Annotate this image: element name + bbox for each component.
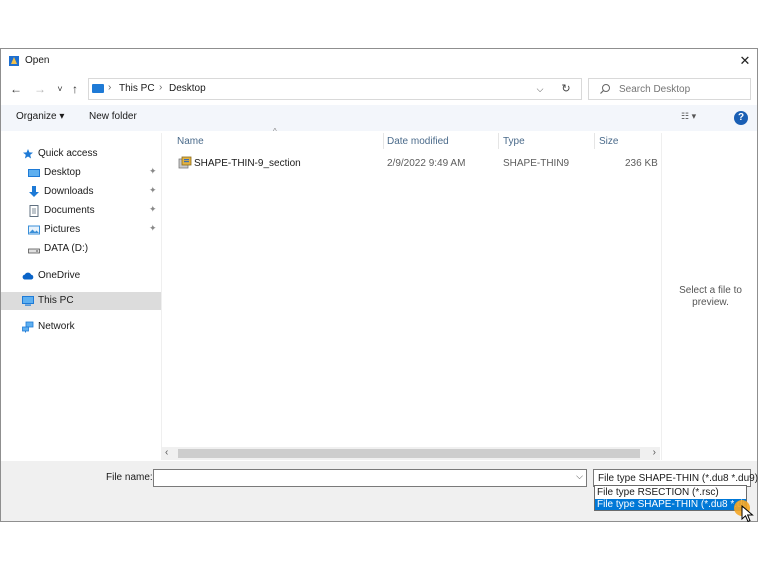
pane-divider[interactable] (161, 133, 162, 460)
sidebar-item-pictures[interactable]: Pictures ✦ (1, 221, 161, 239)
file-type-dropdown-list: File type RSECTION (*.rsc) File type SHA… (594, 485, 747, 511)
star-icon (23, 149, 33, 159)
refresh-button[interactable]: ↻ (559, 81, 573, 97)
search-box[interactable] (588, 78, 751, 100)
download-arrow-icon (29, 186, 39, 197)
breadcrumb-separator: › (159, 82, 163, 93)
close-button[interactable]: ✕ (733, 49, 757, 73)
column-header-size[interactable]: Size (599, 136, 618, 154)
sidebar-item-label: DATA (D:) (44, 243, 89, 254)
picture-icon (28, 225, 40, 235)
shape-thin-file-icon (178, 156, 192, 169)
sidebar-item-label: OneDrive (38, 270, 81, 281)
new-folder-button[interactable]: New folder (89, 111, 137, 122)
horizontal-scrollbar[interactable]: ‹ › (162, 447, 660, 460)
help-button[interactable]: ? (734, 111, 748, 125)
column-divider[interactable] (594, 133, 595, 149)
address-row: ← → ˅ ↑ › This PC › Desktop ⌵ ↻ (1, 77, 757, 101)
file-name-dropdown-button[interactable]: ⌵ (576, 471, 583, 482)
sidebar-item-quick-access[interactable]: Quick access (1, 145, 161, 163)
mouse-pointer-icon (741, 505, 754, 523)
cloud-icon (22, 272, 34, 280)
desktop-folder-icon (28, 169, 40, 177)
preview-message-line: preview. (692, 297, 729, 308)
column-divider[interactable] (498, 133, 499, 149)
network-icon (22, 321, 34, 333)
file-type-option-shape-thin[interactable]: File type SHAPE-THIN (*.du8 *.du9) (595, 499, 746, 510)
file-row[interactable]: SHAPE-THIN-9_section 2/9/2022 9:49 AM SH… (171, 154, 659, 172)
preview-message: Select a file to preview. (662, 285, 759, 309)
sidebar-item-downloads[interactable]: Downloads ✦ (1, 183, 161, 201)
address-bar[interactable]: › This PC › Desktop ⌵ ↻ (88, 78, 582, 100)
pin-icon: ✦ (149, 185, 157, 195)
file-size: 236 KB (625, 158, 658, 169)
column-divider[interactable] (383, 133, 384, 149)
sidebar-item-label: Desktop (44, 167, 81, 178)
pin-icon: ✦ (149, 204, 157, 214)
file-type: SHAPE-THIN9 (503, 158, 570, 169)
this-pc-icon (92, 84, 104, 93)
column-header-date-modified[interactable]: Date modified (387, 136, 449, 154)
sidebar-item-label: Network (38, 321, 75, 332)
scrollbar-thumb[interactable] (178, 449, 640, 458)
column-header-name[interactable]: Name (177, 136, 204, 154)
window-title: Open (25, 55, 50, 66)
sidebar-item-onedrive[interactable]: OneDrive (1, 267, 161, 285)
sidebar-item-label: Pictures (44, 224, 81, 235)
change-view-button[interactable]: ☷ ▾ (681, 111, 696, 122)
scroll-left-button[interactable]: ‹ (165, 447, 168, 458)
file-type-option-rsection[interactable]: File type RSECTION (*.rsc) (595, 487, 746, 499)
file-type-selected-value: File type SHAPE-THIN (*.du8 *.du9) (598, 473, 759, 484)
scroll-right-button[interactable]: › (653, 447, 656, 458)
file-name: SHAPE-THIN-9_section (194, 158, 301, 169)
command-bar: Organize ▾ New folder ☷ ▾ ? (1, 105, 757, 131)
sidebar-item-this-pc[interactable]: This PC (1, 292, 161, 310)
breadcrumb-this-pc[interactable]: This PC (119, 83, 155, 94)
preview-pane: Select a file to preview. (661, 133, 759, 460)
forward-button[interactable]: → (33, 79, 47, 99)
search-icon (600, 84, 610, 94)
pin-icon: ✦ (149, 166, 157, 176)
back-button[interactable]: ← (9, 79, 23, 99)
file-name-input[interactable]: ⌵ (153, 469, 587, 487)
title-bar: Open ✕ (1, 49, 757, 73)
breadcrumb-desktop[interactable]: Desktop (169, 83, 206, 94)
drive-icon (28, 248, 40, 254)
recent-locations-button[interactable]: ˅ (53, 79, 67, 99)
organize-button[interactable]: Organize ▾ (16, 111, 64, 122)
search-input[interactable] (619, 81, 744, 97)
app-icon (9, 56, 19, 66)
sort-ascending-icon: ^ (273, 127, 277, 136)
file-date-modified: 2/9/2022 9:49 AM (387, 158, 466, 169)
sidebar-item-network[interactable]: Network (1, 318, 161, 336)
sidebar-item-desktop[interactable]: Desktop ✦ (1, 164, 161, 182)
sidebar-item-label: Documents (44, 205, 95, 216)
breadcrumb-separator: › (108, 82, 112, 93)
sidebar-item-label: This PC (38, 295, 74, 306)
up-button[interactable]: ↑ (68, 79, 82, 99)
computer-icon (22, 296, 34, 306)
column-header-type[interactable]: Type (503, 136, 525, 154)
preview-message-line: Select a file to (679, 285, 742, 296)
open-dialog: Open ✕ ← → ˅ ↑ › This PC › Desktop ⌵ ↻ O… (0, 48, 758, 522)
sidebar-item-data-drive[interactable]: DATA (D:) (1, 240, 161, 258)
sidebar-item-label: Quick access (38, 148, 98, 159)
address-dropdown-button[interactable]: ⌵ (533, 81, 547, 97)
navigation-pane: Quick access Desktop ✦ Downloads ✦ Docum… (1, 133, 161, 460)
sidebar-item-label: Downloads (44, 186, 94, 197)
document-icon (29, 205, 39, 217)
pin-icon: ✦ (149, 223, 157, 233)
file-name-label: File name: (106, 472, 153, 483)
sidebar-item-documents[interactable]: Documents ✦ (1, 202, 161, 220)
